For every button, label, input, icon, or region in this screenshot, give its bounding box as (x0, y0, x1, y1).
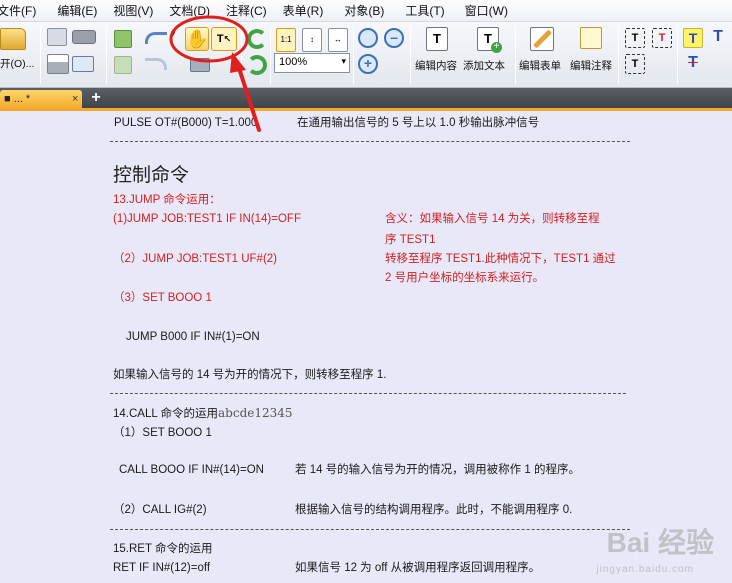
jump-item-3: （3）SET BOOO 1 (113, 292, 212, 304)
jump-item-1: (1)JUMP JOB:TEST1 IF IN(14)=OFF (113, 213, 301, 225)
call-command: CALL BOOO IF IN#(14)=ON (119, 464, 264, 476)
underline-text-icon[interactable]: T (708, 28, 728, 48)
typewriter-icon[interactable]: T (625, 54, 645, 74)
edit-content-icon[interactable]: T (426, 27, 448, 51)
call-item-1: （1）SET BOOO 1 (113, 427, 212, 439)
pdf-page: PULSE OT#(B000) T=1.000 在通用输出信号的 5 号上以 1… (0, 111, 732, 583)
new-tab-icon[interactable]: + (88, 90, 104, 106)
call-item-2: （2）CALL IG#(2) (113, 504, 207, 516)
rotate-clockwise-icon[interactable] (247, 29, 267, 49)
strikeout-text-icon[interactable]: T (683, 54, 703, 74)
redo-icon[interactable] (145, 58, 167, 70)
toolbar-separator (618, 26, 619, 84)
toolbar-separator (106, 26, 107, 84)
baidu-jingyan-watermark: Bai 经验 (606, 527, 714, 558)
undo-dropdown-icon[interactable]: ▾ (171, 28, 176, 39)
menu-file[interactable]: 文件(F) (0, 2, 45, 19)
toolbar-separator (515, 26, 516, 84)
zoom-select[interactable]: 100% ▾ (274, 53, 350, 73)
rotate-counterclockwise-icon[interactable] (247, 55, 267, 75)
page-back-icon[interactable] (114, 30, 132, 48)
ret-description: 如果信号 12 为 off 从被调用程序返回调用程序。 (295, 562, 541, 574)
toolbar-separator (677, 26, 678, 84)
document-tab-title: ■ ... * (4, 93, 31, 105)
highlight-text-icon[interactable]: T (683, 28, 703, 48)
call-title: 14.CALL 命令的运用abcde12345 (113, 406, 293, 421)
call-title-text: 14.CALL 命令的运用 (113, 408, 219, 420)
callout-icon[interactable]: T (652, 28, 672, 48)
pulse-description: 在通用输出信号的 5 号上以 1.0 秒输出脉冲信号 (297, 117, 540, 129)
document-tab[interactable]: ■ ... * × (0, 90, 82, 110)
fit-width-icon[interactable]: ↔ (328, 28, 348, 52)
add-text-label[interactable]: 添加文本 (463, 58, 505, 73)
edit-form-label[interactable]: 编辑表单 (519, 58, 561, 73)
call-command-description: 若 14 号的输入信号为开的情况，调用被称作 1 的程序。 (295, 464, 580, 476)
jump-item-2: （2）JUMP JOB:TEST1 UF#(2) (113, 253, 278, 265)
zoom-in-icon[interactable]: + (358, 54, 378, 74)
menu-bar: 文件(F) 编辑(E) 视图(V) 文档(D) 注释(C) 表单(R) 对象(B… (0, 0, 732, 22)
toolbar-separator (241, 26, 242, 84)
fit-page-icon[interactable]: ↕ (302, 28, 322, 52)
toolbar-separator (270, 26, 271, 84)
menu-window[interactable]: 窗口(W) (465, 2, 517, 19)
actual-size-icon[interactable]: 1:1 (276, 28, 296, 52)
menu-tools[interactable]: 工具(T) (405, 2, 453, 19)
jump-b000-description: 如果输入信号的 14 号为开的情况下，则转移至程序 1. (113, 369, 387, 381)
document-tab-bar: ■ ... * × + (0, 88, 732, 110)
watermark-url: jingyan.baidu.com (596, 564, 694, 575)
pulse-command: PULSE OT#(B000) T=1.000 (114, 117, 258, 129)
select-text-tool-icon[interactable]: T↖ (211, 27, 237, 51)
save-icon[interactable] (47, 28, 67, 46)
print-icon[interactable] (47, 54, 69, 74)
divider (110, 529, 630, 530)
edit-annotation-icon[interactable] (580, 27, 602, 49)
divider (110, 141, 630, 142)
menu-object[interactable]: 对象(B) (344, 2, 393, 19)
zoom-out-icon[interactable]: – (384, 28, 404, 48)
scanner-icon[interactable] (72, 30, 96, 44)
jump-title: 13.JUMP 命令运用： (113, 194, 221, 206)
divider (110, 393, 626, 394)
jump-item-2-desc-a: 转移至程序 TEST1.此种情况下，TEST1 通过 (385, 253, 616, 265)
close-icon[interactable]: × (72, 93, 78, 105)
menu-edit[interactable]: 编辑(E) (57, 2, 106, 19)
undo-icon[interactable] (145, 32, 167, 44)
page-forward-icon[interactable] (114, 56, 132, 74)
call-item-2-description: 根据输入信号的结构调用程序。此时，不能调用程序 0. (295, 504, 573, 516)
hand-tool-icon[interactable]: ✋ (185, 27, 209, 51)
ret-command: RET IF IN#(12)=off (113, 562, 211, 574)
call-title-suffix: abcde12345 (218, 406, 293, 420)
text-box-icon[interactable]: T (625, 28, 645, 48)
jump-b000-command: JUMP B000 IF IN#(1)=ON (126, 331, 260, 343)
menu-document[interactable]: 文档(D) (169, 2, 219, 19)
toolbar: 开(O)... ▾ ✋ T↖ 1:1 ↕ ↔ 100% ▾ – + T 编辑内容… (0, 22, 732, 88)
edit-annotation-label[interactable]: 编辑注释 (570, 58, 612, 73)
jump-item-1-desc-b: 序 TEST1 (385, 234, 436, 246)
jump-item-2-desc-b: 2 号用户坐标的坐标系来运行。 (385, 272, 545, 284)
chevron-down-icon[interactable]: ▾ (341, 56, 346, 67)
menu-view[interactable]: 视图(V) (113, 2, 162, 19)
zoom-in-tool-icon[interactable] (358, 28, 378, 48)
ret-title: 15.RET 命令的运用 (113, 543, 213, 555)
add-plus-icon: + (491, 42, 502, 53)
email-icon[interactable] (72, 56, 94, 72)
edit-content-label[interactable]: 编辑内容 (415, 58, 457, 73)
section-heading: 控制命令 (113, 164, 190, 186)
toolbar-separator (40, 26, 41, 84)
toolbar-separator (353, 26, 354, 84)
open-folder-icon[interactable] (0, 28, 26, 50)
zoom-value: 100% (279, 56, 308, 68)
toolbar-separator (410, 26, 411, 84)
open-button-label[interactable]: 开(O)... (0, 56, 34, 71)
jump-item-1-desc-a: 含义：如果输入信号 14 为关，则转移至程 (385, 213, 600, 225)
snapshot-icon[interactable] (190, 58, 210, 72)
menu-comment[interactable]: 注释(C) (226, 2, 276, 19)
menu-form[interactable]: 表单(R) (283, 2, 333, 19)
